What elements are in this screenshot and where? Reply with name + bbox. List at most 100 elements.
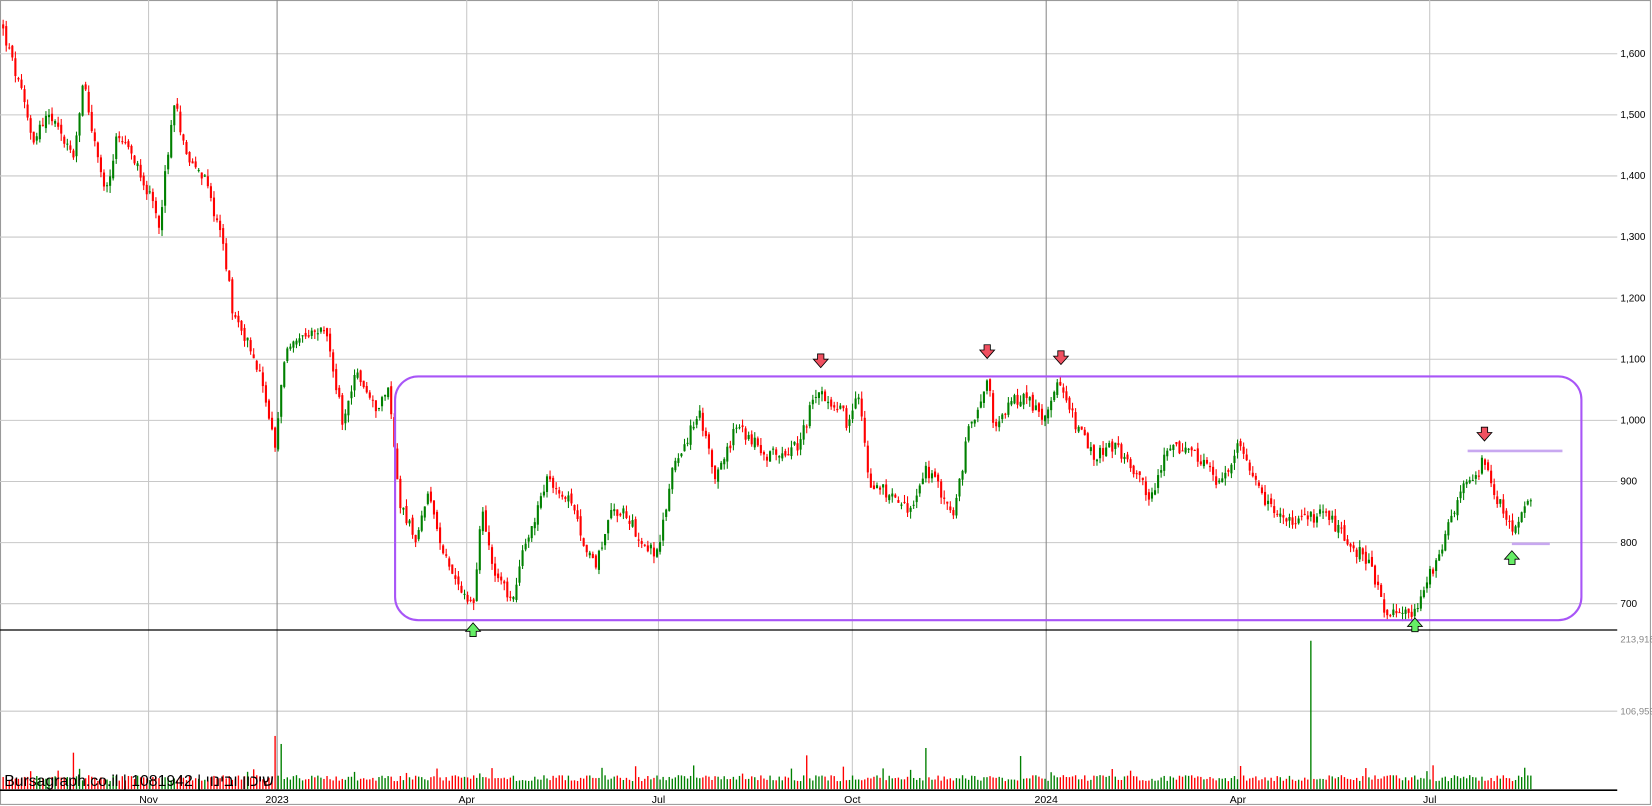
candle-body — [872, 485, 875, 490]
candle-body — [545, 476, 549, 493]
candle-body — [729, 445, 732, 449]
candle-body — [368, 392, 371, 398]
candle-body — [432, 500, 436, 515]
candle-body — [1480, 457, 1484, 474]
candle-body — [494, 563, 497, 576]
candle-body — [215, 218, 219, 221]
candle-body — [622, 508, 625, 514]
candle-body — [539, 496, 542, 508]
candle-body — [1432, 569, 1435, 574]
candle-body — [1447, 522, 1450, 536]
candle-body — [2, 24, 5, 29]
candle-body — [445, 554, 448, 556]
candle-body — [222, 228, 225, 244]
candle-body — [903, 501, 906, 503]
candle-body — [1031, 394, 1034, 411]
candle-body — [325, 328, 329, 337]
candle-body — [1077, 426, 1080, 432]
candle-body — [1144, 481, 1147, 496]
candle-body — [99, 157, 102, 173]
candle-body — [918, 485, 921, 494]
candle-body — [219, 220, 222, 231]
candle-body — [35, 136, 38, 141]
candle-body — [1184, 447, 1187, 453]
price-tick-label: 1,000 — [1620, 416, 1645, 427]
candle-body — [1325, 511, 1328, 513]
candle-body — [384, 394, 387, 397]
candle-body — [1300, 515, 1303, 517]
candle-body — [698, 410, 701, 418]
candle-body — [878, 487, 882, 490]
candle-body — [1392, 609, 1395, 616]
candle-body — [726, 446, 729, 462]
candle-body — [167, 154, 170, 170]
candle-body — [1181, 450, 1184, 452]
candle-body — [1288, 517, 1291, 521]
candle-body — [1254, 475, 1257, 480]
candle-body — [280, 384, 283, 417]
candle-body — [982, 391, 985, 403]
candle-body — [640, 541, 643, 544]
candle-body — [249, 340, 252, 352]
candle-body — [1218, 480, 1221, 483]
candle-body — [671, 467, 674, 490]
candle-body — [652, 547, 656, 557]
candle-body — [1502, 499, 1505, 514]
candle-body — [836, 408, 839, 411]
candle-body — [1132, 465, 1135, 475]
candle-body — [1291, 517, 1294, 525]
candle-body — [1095, 459, 1099, 462]
candle-body — [1007, 402, 1010, 415]
candle-body — [105, 185, 109, 187]
candle-body — [243, 327, 246, 341]
candle-body — [1022, 393, 1025, 405]
candle-body — [1178, 441, 1181, 454]
candle-body — [1193, 449, 1196, 452]
candle-body — [23, 89, 26, 103]
candle-body — [839, 405, 842, 409]
candle-body — [1386, 609, 1389, 616]
candle-body — [857, 397, 860, 400]
candle-body — [1098, 447, 1102, 459]
time-tick-label: 2023 — [265, 794, 289, 806]
candle-body — [84, 84, 87, 90]
candle-body — [1523, 506, 1526, 513]
candle-body — [87, 91, 90, 113]
candle-body — [747, 435, 750, 440]
candle-body — [1462, 483, 1465, 494]
candle-body — [1309, 511, 1312, 517]
candle-body — [506, 581, 509, 598]
candle-body — [1395, 611, 1398, 614]
candle-body — [423, 506, 426, 518]
candle-body — [1187, 448, 1190, 450]
candle-body — [435, 511, 439, 529]
candle-body — [882, 484, 885, 488]
candle-body — [720, 462, 723, 470]
candle-body — [127, 141, 130, 148]
candle-body — [885, 484, 888, 498]
candle-body — [54, 121, 57, 124]
candle-body — [689, 425, 692, 445]
candle-body — [582, 538, 585, 546]
candle-body — [387, 387, 390, 398]
candle-body — [707, 434, 711, 449]
candle-body — [313, 330, 316, 332]
candle-body — [744, 428, 747, 440]
candle-body — [1092, 445, 1095, 460]
candle-body — [1080, 426, 1083, 430]
candle-body — [1037, 403, 1040, 412]
candle-body — [1416, 608, 1419, 610]
volume-tick-label: 213,918 — [1620, 635, 1652, 646]
candle-body — [1318, 509, 1322, 514]
candle-body — [255, 360, 258, 370]
candle-body — [1303, 513, 1306, 515]
candle-body — [133, 155, 136, 164]
candle-body — [833, 405, 836, 408]
candle-body — [518, 566, 521, 583]
candle-body — [246, 337, 249, 341]
candle-body — [930, 473, 934, 479]
candle-body — [600, 547, 604, 549]
candle-body — [1477, 475, 1480, 477]
candle-body — [1517, 521, 1520, 528]
candle-body — [1248, 462, 1251, 471]
